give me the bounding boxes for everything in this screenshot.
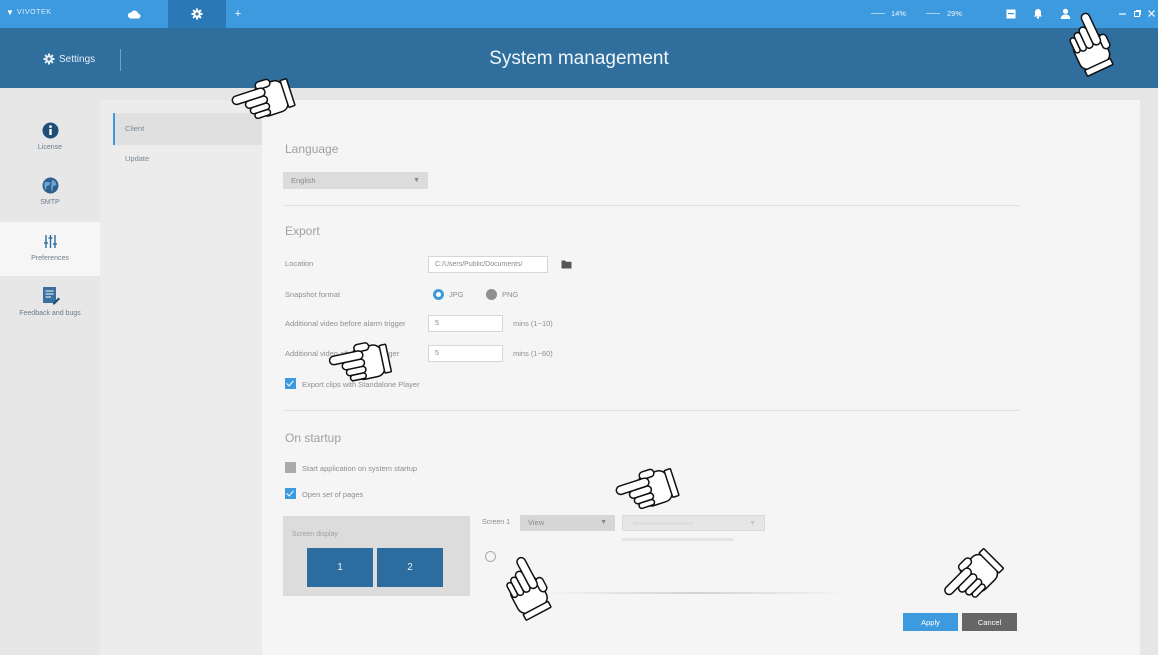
cancel-button[interactable]: Cancel	[962, 613, 1017, 631]
sidebar-item-preferences[interactable]: Preferences	[0, 233, 100, 262]
memory-usage-icon	[926, 13, 940, 14]
apply-button[interactable]: Apply	[903, 613, 958, 631]
minimize-icon[interactable]	[1118, 9, 1127, 18]
folder-icon[interactable]	[561, 259, 572, 269]
sidebar-item-license[interactable]: License	[0, 122, 100, 151]
cpu-usage-icon	[871, 13, 885, 14]
location-input[interactable]	[428, 256, 548, 273]
screen-hint-text-blurred	[622, 538, 734, 541]
start-app-checkbox[interactable]	[285, 462, 296, 473]
sidebar-item-label: Preferences	[31, 255, 69, 262]
subnav-panel	[100, 100, 262, 655]
restore-icon[interactable]	[1133, 9, 1142, 18]
screen-view-select[interactable]: View ▼	[520, 515, 615, 531]
sidebar-item-label: License	[37, 144, 63, 151]
bell-icon[interactable]	[1033, 8, 1043, 19]
shadow-divider	[540, 592, 850, 594]
open-pages-label: Open set of pages	[302, 490, 364, 499]
language-select[interactable]: English ▼	[283, 172, 428, 189]
gear-icon	[191, 8, 203, 20]
sidebar-item-label: SMTP	[40, 199, 60, 206]
logo-triangle-icon: ▼	[6, 8, 14, 17]
screen-tile-2[interactable]: 2	[377, 548, 443, 587]
pre-alarm-unit: mins (1~10)	[513, 319, 553, 328]
section-divider	[283, 410, 1020, 411]
logo-text: VIVOTEK	[17, 9, 52, 16]
globe-icon	[42, 177, 58, 194]
chevron-down-icon: ▼	[749, 520, 756, 527]
open-pages-checkbox[interactable]	[285, 488, 296, 499]
screen-view-select-value: View	[528, 518, 545, 527]
cloud-icon	[127, 10, 141, 18]
screen-display-label: Screen display	[292, 531, 338, 538]
screen-select-label: Screen 1	[482, 519, 511, 526]
language-select-value: English	[291, 176, 316, 185]
tab-add[interactable]: +	[229, 0, 247, 28]
chevron-down-icon: ▼	[600, 519, 607, 526]
plus-icon: +	[234, 7, 242, 20]
tab-settings[interactable]	[168, 0, 226, 28]
jpg-radio-label: JPG	[449, 290, 464, 299]
feedback-icon	[42, 287, 60, 305]
startup-heading: On startup	[285, 431, 342, 445]
chevron-down-icon: ▼	[413, 177, 420, 184]
standalone-player-checkbox[interactable]	[285, 378, 296, 389]
sidebar-item-smtp[interactable]: SMTP	[0, 177, 100, 206]
snapshot-format-label: Snapshot format	[285, 290, 341, 299]
tab-cloud[interactable]	[116, 0, 152, 28]
sidebar-item-feedback[interactable]: Feedback and bugs	[0, 286, 100, 317]
pre-alarm-input[interactable]	[428, 315, 503, 332]
sliders-icon	[43, 235, 57, 248]
circle-icon[interactable]	[485, 551, 496, 562]
close-icon[interactable]	[1147, 9, 1156, 18]
export-heading: Export	[285, 224, 320, 238]
pre-alarm-label: Additional video before alarm trigger	[285, 319, 406, 328]
info-icon	[42, 122, 58, 139]
language-heading: Language	[285, 142, 339, 156]
box-icon[interactable]	[1006, 9, 1016, 19]
sidebar-item-label: Feedback and bugs	[19, 310, 81, 317]
post-alarm-input[interactable]	[428, 345, 503, 362]
page-title: System management	[489, 48, 669, 69]
location-label: Location	[285, 259, 314, 268]
select-placeholder-blurred	[633, 522, 693, 525]
memory-usage: 29%	[947, 9, 963, 18]
png-radio-label: PNG	[502, 290, 519, 299]
screen-tile-1[interactable]: 1	[307, 548, 373, 587]
subnav-item-update[interactable]: Update	[113, 143, 262, 175]
cpu-usage: 14%	[891, 9, 907, 18]
post-alarm-unit: mins (1~60)	[513, 349, 553, 358]
sidebar	[0, 88, 100, 655]
jpg-radio[interactable]	[433, 289, 444, 300]
section-divider	[283, 205, 1020, 206]
png-radio[interactable]	[486, 289, 497, 300]
screen-page-select-disabled[interactable]: ▼	[622, 515, 765, 531]
start-app-label: Start application on system startup	[302, 464, 418, 473]
